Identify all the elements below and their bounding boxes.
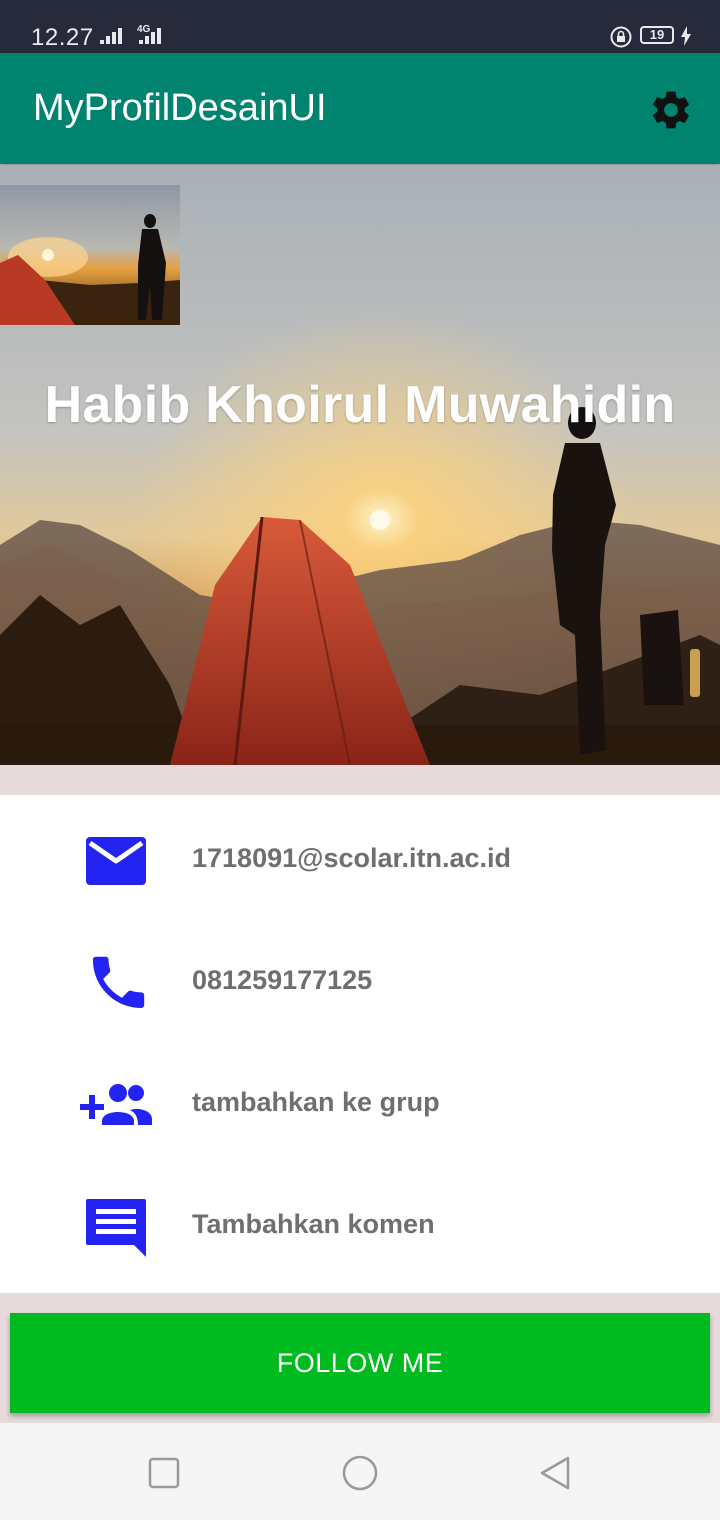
header-background-image: Habib Khoirul Muwahidin — [0, 165, 720, 765]
group-row[interactable]: tambahkan ke grup — [0, 1039, 720, 1161]
back-icon[interactable] — [536, 1453, 576, 1493]
contact-info-card: 1718091@scolar.itn.ac.id 081259177125 ta… — [0, 795, 720, 1293]
signal-icon — [100, 28, 122, 44]
status-time: 12.27 — [31, 24, 94, 51]
follow-me-button[interactable]: FOLLOW ME — [10, 1313, 710, 1413]
comment-icon — [86, 1199, 146, 1257]
recent-apps-icon[interactable] — [144, 1453, 184, 1493]
profile-photo — [0, 185, 180, 325]
system-navigation-bar — [0, 1423, 720, 1520]
lock-rotation-icon — [610, 26, 632, 48]
comment-text: Tambahkan komen — [192, 1209, 435, 1239]
app-bar: MyProfilDesainUI — [0, 53, 720, 164]
signal-icon-2 — [139, 28, 161, 44]
gear-icon — [653, 91, 689, 129]
group-text: tambahkan ke grup — [192, 1087, 440, 1117]
settings-button[interactable] — [648, 87, 694, 133]
email-row[interactable]: 1718091@scolar.itn.ac.id — [0, 795, 720, 917]
group-add-icon — [80, 1084, 152, 1125]
charging-icon — [681, 26, 691, 46]
status-bar: 12.27 4G 19 — [0, 0, 720, 53]
home-icon[interactable] — [340, 1453, 380, 1493]
profile-name: Habib Khoirul Muwahidin — [44, 376, 676, 434]
phone-text: 081259177125 — [192, 965, 373, 995]
app-title: MyProfilDesainUI — [33, 87, 327, 129]
battery-level: 19 — [649, 27, 665, 42]
phone-row[interactable]: 081259177125 — [0, 917, 720, 1039]
phone-icon — [92, 956, 145, 1009]
battery-indicator: 19 — [640, 26, 674, 44]
comment-row[interactable]: Tambahkan komen — [0, 1161, 720, 1283]
email-text: 1718091@scolar.itn.ac.id — [192, 843, 512, 873]
mail-icon — [86, 837, 146, 885]
